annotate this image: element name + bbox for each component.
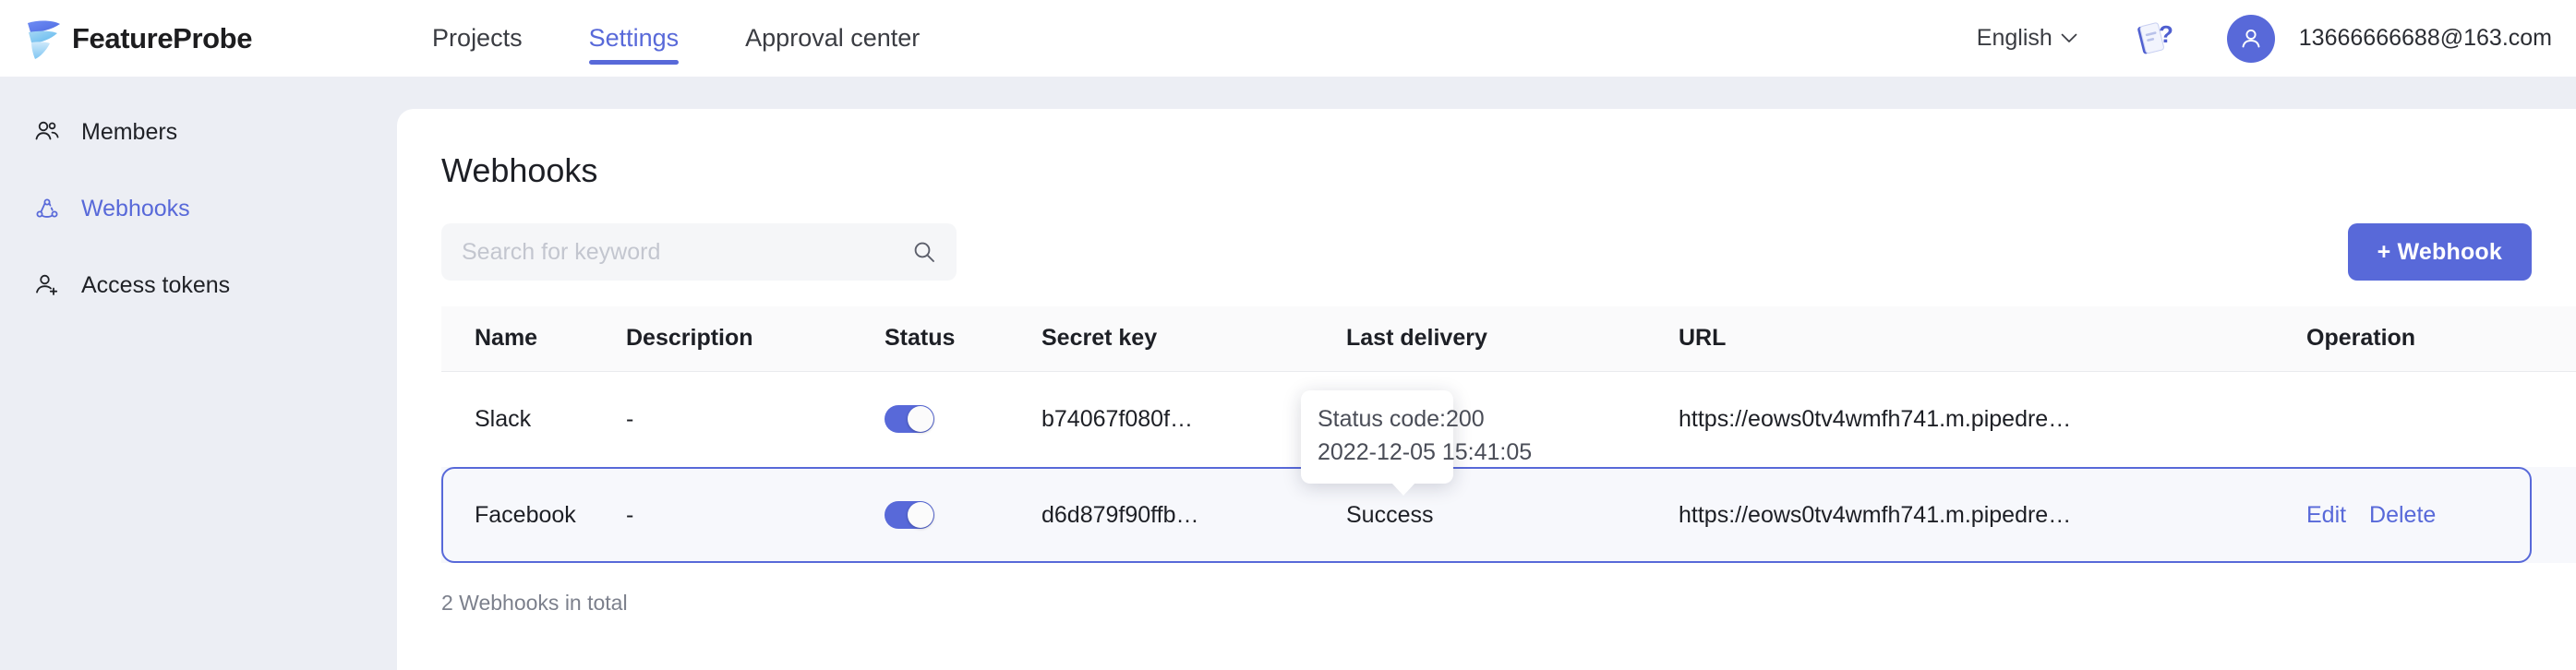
cell-description: - <box>626 405 634 432</box>
column-header-operation: Operation <box>2306 306 2576 372</box>
cell-status <box>885 371 1041 467</box>
tooltip-status-code: Status code:200 <box>1318 406 1485 432</box>
webhooks-toolbar: + Webhook <box>397 223 2576 281</box>
table-head: Name Description Status Secret key Last … <box>441 306 2576 372</box>
toggle-knob <box>908 502 933 529</box>
access-token-icon <box>36 274 58 295</box>
avatar[interactable] <box>2226 14 2275 63</box>
help-doc-icon[interactable]: ? <box>2131 17 2175 61</box>
column-header-status: Status <box>885 306 1041 372</box>
language-selector[interactable]: English <box>1977 25 2077 52</box>
sidebar-item-webhooks[interactable]: Webhooks <box>0 180 397 237</box>
brand-logo[interactable]: FeatureProbe <box>24 18 252 60</box>
search-icon[interactable] <box>912 240 936 264</box>
sidebar-item-label: Members <box>81 118 178 145</box>
cell-name: Slack <box>475 405 532 432</box>
page-title: Webhooks <box>441 151 598 189</box>
nav-item-projects[interactable]: Projects <box>432 0 523 78</box>
column-header-description: Description <box>626 306 885 372</box>
header-right-controls: English ? 13666666688@163.com <box>1977 14 2552 63</box>
cell-name: Facebook <box>441 467 626 563</box>
webhooks-table: Name Description Status Secret key Last … <box>441 306 2576 563</box>
members-icon <box>35 121 59 140</box>
table-row[interactable]: Facebook - d6d879f90ffb… Success https:/… <box>441 467 2576 563</box>
nav-item-approval-center[interactable]: Approval center <box>745 0 920 78</box>
webhooks-icon <box>36 198 58 218</box>
column-header-url: URL <box>1679 306 2306 372</box>
search-box[interactable] <box>441 223 957 281</box>
status-toggle[interactable] <box>885 501 934 530</box>
sidebar-item-members[interactable]: Members <box>0 103 397 161</box>
settings-sidebar: Members Webhooks Access tokens <box>0 78 397 670</box>
last-delivery-tooltip: Status code:200 2022-12-05 15:41:05 <box>1301 390 1533 496</box>
webhooks-total-count: 2 Webhooks in total <box>441 591 628 615</box>
language-label: English <box>1976 25 2052 51</box>
search-input[interactable] <box>462 238 912 266</box>
cell-secret-key[interactable]: d6d879f90ffb… <box>1041 467 1346 563</box>
column-header-secret-key: Secret key <box>1041 306 1346 372</box>
main-navigation: Projects Settings Approval center <box>432 0 920 78</box>
table-header-row: Name Description Status Secret key Last … <box>441 306 2576 372</box>
svg-text:?: ? <box>2159 20 2173 48</box>
cell-url[interactable]: https://eows0tv4wmfh741.m.pipedre… <box>1679 371 2306 467</box>
chevron-down-icon <box>2061 33 2077 42</box>
brand-name: FeatureProbe <box>72 21 253 54</box>
sidebar-item-access-tokens[interactable]: Access tokens <box>0 257 397 314</box>
column-header-last-delivery: Last delivery <box>1346 306 1679 372</box>
nav-item-settings[interactable]: Settings <box>588 0 679 78</box>
webhooks-table-container: Name Description Status Secret key Last … <box>397 306 2576 563</box>
user-avatar-icon <box>2242 29 2260 47</box>
webhooks-panel: Webhooks + Webhook Name Description Stat… <box>397 109 2576 670</box>
column-header-name: Name <box>441 306 626 372</box>
user-email[interactable]: 13666666688@163.com <box>2299 25 2552 52</box>
cell-description: - <box>626 467 885 563</box>
featureprobe-logo-icon <box>28 19 60 59</box>
tooltip-timestamp: 2022-12-05 15:41:05 <box>1318 438 1533 465</box>
sidebar-item-label: Webhooks <box>81 195 190 221</box>
add-webhook-button[interactable]: + Webhook <box>2347 223 2532 281</box>
cell-status <box>885 467 1041 563</box>
delete-button[interactable]: Delete <box>2369 502 2436 529</box>
toggle-knob <box>908 406 933 433</box>
cell-operation: Edit Delete <box>2306 467 2576 563</box>
sidebar-item-label: Access tokens <box>81 271 231 298</box>
edit-button[interactable]: Edit <box>2306 502 2346 529</box>
status-toggle[interactable] <box>885 405 934 434</box>
cell-url[interactable]: https://eows0tv4wmfh741.m.pipedre… <box>1679 467 2306 563</box>
table-body: Slack - b74067f080f… https://eows0tv4wmf… <box>441 371 2576 563</box>
tooltip-arrow <box>1391 483 1415 496</box>
cell-operation <box>2306 371 2576 467</box>
top-header-bar: FeatureProbe Projects Settings Approval … <box>0 0 2576 78</box>
